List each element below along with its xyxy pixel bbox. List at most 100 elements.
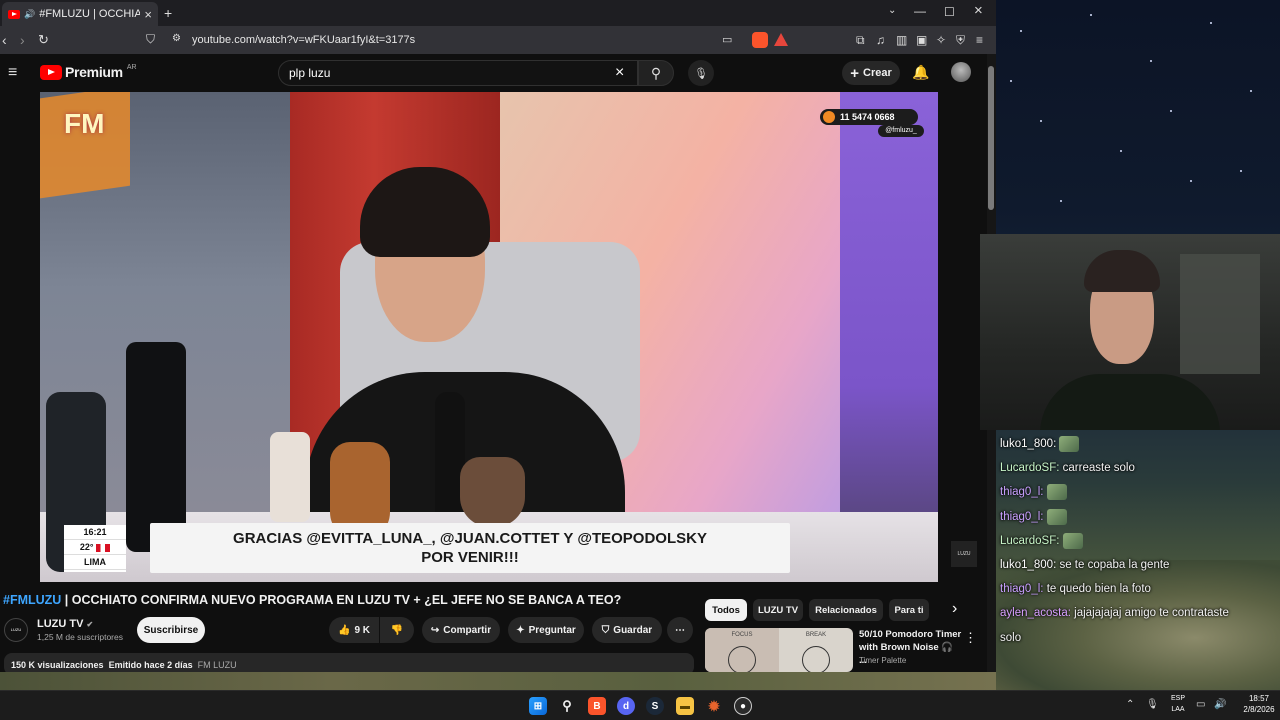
vpn-icon[interactable]: ⛨ <box>956 33 965 48</box>
description-link[interactable]: FM LUZU <box>198 660 237 670</box>
fm-logo: FM <box>64 108 105 139</box>
broadcast-time: 16:21 <box>64 525 126 540</box>
save-button[interactable]: ⛉ Guardar <box>592 617 662 643</box>
minimize-icon[interactable]: — <box>914 4 926 18</box>
logo-region: AR <box>126 64 137 71</box>
sidebar-icon[interactable]: ▥ <box>896 33 907 47</box>
bookmark-icon[interactable]: ⛉ <box>146 32 155 47</box>
chat-message: LucardoSF: carreaste solo <box>1000 456 1280 480</box>
channel-name[interactable]: LUZU TV ✔ <box>37 618 93 630</box>
search-input[interactable]: plp luzu × <box>278 60 638 86</box>
channel-watermark[interactable]: LUZU <box>951 541 977 567</box>
reload-icon[interactable]: ↻ <box>38 32 49 48</box>
file-explorer-icon[interactable]: ▬ <box>676 697 694 715</box>
channel-avatar[interactable]: LUZU <box>4 618 28 642</box>
lang-primary: ESP <box>1170 695 1185 702</box>
ask-button[interactable]: ✦ Preguntar <box>508 617 584 643</box>
more-dots-icon: ⋯ <box>675 624 685 636</box>
url-text: youtube.com/watch?v=wFKUaar1fyI&t=3177s <box>192 34 416 46</box>
search-taskbar-icon[interactable]: ⚲ <box>558 697 576 715</box>
brave-shield-icon[interactable] <box>752 32 768 48</box>
cast-icon[interactable]: ▭ <box>722 33 732 46</box>
chat-username[interactable]: luko1_800: <box>1000 559 1059 571</box>
url-field[interactable]: ⚙ youtube.com/watch?v=wFKUaar1fyI&t=3177… <box>168 29 714 51</box>
system-clock[interactable]: 18:57 2/8/2026 <box>1240 693 1278 715</box>
share-button[interactable]: ↪ Compartir <box>422 617 500 643</box>
video-player[interactable]: FM <box>40 92 938 582</box>
sparkle-icon: ✦ <box>516 624 525 636</box>
maximize-icon[interactable]: ☐ <box>944 5 955 19</box>
media-icon[interactable]: ♫ <box>876 33 885 47</box>
brave-rewards-icon[interactable] <box>774 33 788 46</box>
stream-chat: luko1_800: LucardoSF: carreaste solo thia… <box>1000 432 1280 644</box>
taskbar: ⊞ ⚲ B d S ▬ ✹ ● ⌃ 🎙 ▭ 🔊 <box>0 690 1280 720</box>
chat-username[interactable]: thiag0_l: <box>1000 486 1047 498</box>
related-more-icon[interactable]: ⋮ <box>964 630 977 646</box>
extensions-icon[interactable]: ⧉ <box>856 33 865 48</box>
voice-search-button[interactable]: 🎙 <box>688 60 714 86</box>
input-language[interactable]: ESP LAA <box>1166 693 1190 715</box>
chat-username[interactable]: LucardoSF: <box>1000 462 1063 474</box>
subscriber-count: 1,25 M de suscriptores <box>37 632 123 642</box>
speaker-icon[interactable]: 🔊 <box>24 9 35 20</box>
forward-icon[interactable]: › <box>20 32 25 48</box>
close-window-icon[interactable]: × <box>974 2 983 19</box>
subscribe-button[interactable]: Suscribirse <box>137 617 205 643</box>
steam-icon[interactable]: S <box>646 697 664 715</box>
tray-mic-icon[interactable]: 🎙 <box>1146 699 1159 710</box>
brave-browser-icon[interactable]: B <box>588 697 606 715</box>
discord-icon[interactable]: d <box>617 697 635 715</box>
tab-list-chevron-icon[interactable]: ⌄ <box>888 5 896 16</box>
chat-emote-icon <box>1059 435 1080 452</box>
related-video-thumbnail[interactable]: FOCUS BREAK <box>705 628 853 672</box>
notifications-bell-icon[interactable]: 🔔 <box>912 64 929 81</box>
site-info-icon[interactable]: ⚙ <box>172 33 181 44</box>
description-box[interactable]: 150 K visualizaciones Emitido hace 2 día… <box>4 653 694 672</box>
like-button[interactable]: 👍 9 K <box>329 617 379 643</box>
new-tab-icon[interactable]: + <box>164 5 172 21</box>
more-actions-button[interactable]: ⋯ <box>667 617 693 643</box>
chat-username[interactable]: thiag0_l: <box>1000 511 1047 523</box>
obs-icon[interactable]: ● <box>734 697 752 715</box>
search-button[interactable]: ⚲ <box>638 60 674 86</box>
leo-ai-icon[interactable]: ✧ <box>936 33 946 47</box>
tray-volume-icon[interactable]: 🔊 <box>1214 699 1226 710</box>
share-label: Compartir <box>443 624 492 636</box>
chip-related[interactable]: Relacionados <box>809 599 883 621</box>
clear-search-icon[interactable]: × <box>615 64 624 82</box>
dislike-button[interactable]: 👎 <box>380 617 414 643</box>
chat-username[interactable]: luko1_800: <box>1000 438 1059 450</box>
scrollbar-thumb[interactable] <box>988 66 994 210</box>
share-icon: ↪ <box>430 624 440 636</box>
title-text: | OCCHIATO CONFIRMA NUEVO PROGRAMA EN LU… <box>61 593 622 607</box>
chat-username[interactable]: thiag0_l: <box>1000 583 1047 595</box>
hashtag-link[interactable]: #FMLUZU <box>3 593 61 607</box>
chat-text: se te copaba la gente <box>1059 559 1170 572</box>
browser-tab[interactable]: 🔊 #FMLUZU | OCCHIATO CONFI × <box>2 2 158 26</box>
create-button[interactable]: + Crear <box>842 61 900 85</box>
tray-chevron-icon[interactable]: ⌃ <box>1126 699 1134 710</box>
chip-for-you[interactable]: Para ti <box>889 599 929 621</box>
whatsapp-icon <box>823 111 835 123</box>
save-bookmark-icon: ⛉ <box>601 624 610 636</box>
chat-message: luko1_800: <box>1000 432 1280 456</box>
chat-username[interactable]: aylen_acosta: <box>1000 607 1074 619</box>
tray-monitor-icon[interactable]: ▭ <box>1196 699 1205 710</box>
start-windows-icon[interactable]: ⊞ <box>529 697 547 715</box>
chat-message: thiag0_l: <box>1000 505 1280 529</box>
related-video-channel[interactable]: Timer Palette <box>859 656 906 665</box>
account-avatar[interactable] <box>951 62 971 82</box>
wallet-icon[interactable]: ▣ <box>916 33 927 47</box>
app-sunburst-icon[interactable]: ✹ <box>705 697 723 715</box>
hamburger-menu-icon[interactable]: ≡ <box>8 64 17 82</box>
chips-next-chevron-icon[interactable]: › <box>952 600 957 618</box>
chip-all[interactable]: Todos <box>705 599 747 621</box>
menu-icon[interactable]: ≡ <box>976 33 983 47</box>
youtube-logo[interactable]: Premium AR <box>40 64 137 80</box>
chat-username[interactable]: LucardoSF: <box>1000 535 1063 547</box>
back-icon[interactable]: ‹ <box>2 32 7 48</box>
close-tab-icon[interactable]: × <box>144 7 152 22</box>
clock-date: 2/8/2026 <box>1243 705 1275 714</box>
chip-luzu-tv[interactable]: LUZU TV <box>753 599 803 621</box>
thumb-focus-label: FOCUS <box>731 632 753 638</box>
